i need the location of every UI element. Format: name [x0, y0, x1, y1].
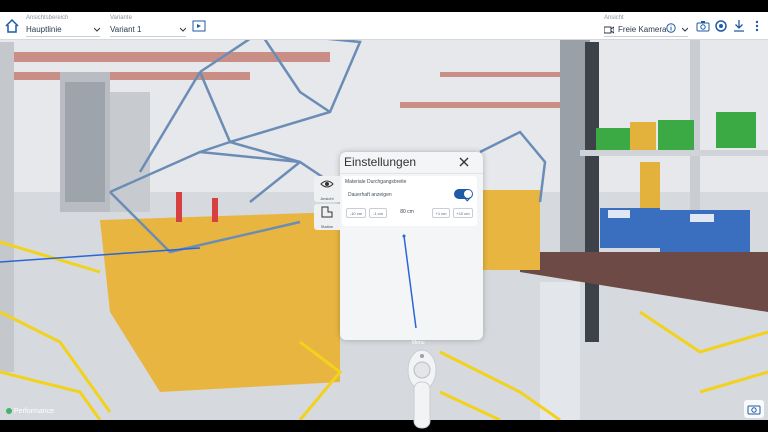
- station-icon: [321, 206, 333, 218]
- video-camera-icon: [604, 26, 614, 34]
- view-area-value: Hauptlinie: [26, 25, 62, 34]
- status-dot-icon: [6, 408, 12, 414]
- persistent-display-toggle[interactable]: [454, 189, 473, 202]
- decrease-10cm-button[interactable]: -10 cm: [346, 208, 366, 218]
- tab-station[interactable]: Station: [314, 204, 340, 230]
- panel-title: Einstellungen: [344, 155, 417, 169]
- tab-station-label: Station: [320, 224, 334, 229]
- home-icon[interactable]: [4, 18, 20, 34]
- tab-ansicht[interactable]: Ansicht: [314, 176, 340, 202]
- settings-icon[interactable]: [714, 19, 728, 33]
- section-title: Materiale Durchgangsbreite: [345, 179, 407, 185]
- eye-icon: [320, 180, 334, 188]
- check-icon: [464, 190, 472, 202]
- controller-icon: [407, 349, 437, 429]
- chevron-down-icon: [682, 27, 688, 32]
- camera-icon[interactable]: [696, 19, 710, 33]
- camera-capture-icon[interactable]: [744, 400, 764, 418]
- info-icon[interactable]: [666, 20, 676, 33]
- top-toolbar: Ansichtsbereich Hauptlinie Variante Vari…: [0, 12, 768, 40]
- chevron-down-icon: [180, 27, 186, 32]
- view-area-select[interactable]: Hauptlinie: [26, 23, 100, 37]
- more-icon[interactable]: [750, 19, 764, 33]
- vr-controller: Menu: [404, 338, 444, 432]
- panel-divider: [340, 173, 483, 174]
- camera-mode-value: Freie Kamera: [618, 25, 667, 34]
- increase-10cm-button[interactable]: +10 cm: [453, 208, 473, 218]
- variant-select[interactable]: Variant 1: [110, 23, 186, 37]
- passage-width-value: 80 cm: [400, 209, 414, 215]
- increase-1cm-button[interactable]: +1 cm: [432, 208, 450, 218]
- decrease-1cm-button[interactable]: -1 cm: [369, 208, 387, 218]
- passage-width-card: Materiale Durchgangsbreite Dauerhaft anz…: [342, 176, 477, 226]
- view-area-group: Ansichtsbereich Hauptlinie: [26, 15, 100, 38]
- view-area-caption: Ansichtsbereich: [26, 15, 69, 21]
- close-icon[interactable]: [457, 155, 471, 169]
- variant-caption: Variante: [110, 15, 132, 21]
- settings-panel: Einstellungen Ansicht Station Materiale …: [314, 152, 483, 340]
- variant-value: Variant 1: [110, 25, 142, 34]
- performance-label: Performance: [14, 408, 55, 415]
- variant-group: Variante Variant 1: [110, 15, 186, 38]
- camera-mode-caption: Ansicht: [604, 15, 624, 21]
- tab-ansicht-label: Ansicht: [320, 196, 334, 201]
- persistent-display-label: Dauerhaft anzeigen: [348, 192, 392, 198]
- download-icon[interactable]: [732, 19, 746, 33]
- chevron-down-icon: [94, 27, 100, 32]
- present-icon[interactable]: [192, 19, 206, 33]
- performance-indicator[interactable]: Performance: [6, 408, 54, 415]
